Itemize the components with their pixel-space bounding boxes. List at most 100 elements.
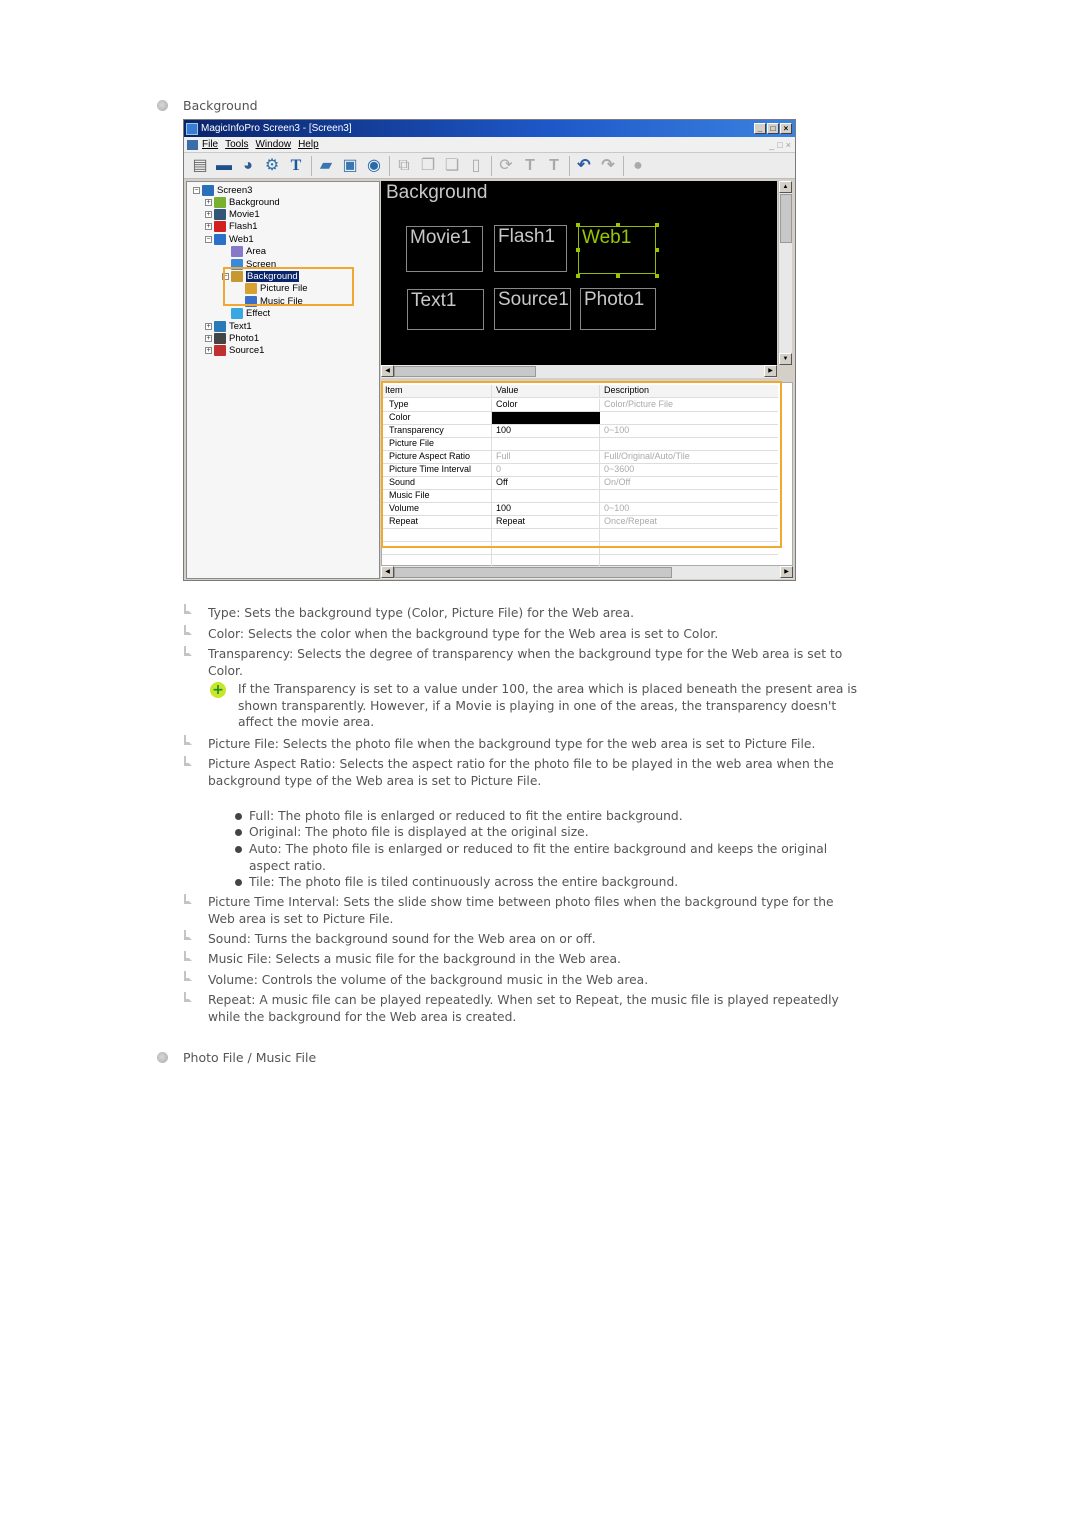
color-swatch[interactable] [492, 412, 600, 424]
property-value[interactable]: Color [492, 399, 600, 411]
resize-handle[interactable] [655, 223, 659, 227]
menu-window[interactable]: Window [255, 139, 291, 150]
property-value[interactable] [492, 412, 600, 424]
property-value[interactable]: Full [492, 451, 600, 463]
menu-tools[interactable]: Tools [225, 139, 248, 150]
maximize-button[interactable]: □ [767, 123, 779, 134]
collapse-icon[interactable]: − [193, 186, 200, 194]
tree-node-root[interactable]: − Screen3 [193, 184, 252, 196]
area-web1[interactable]: Web1 [578, 226, 656, 274]
scroll-left-button[interactable]: ◀ [381, 566, 394, 578]
expand-icon[interactable]: + [205, 322, 212, 330]
scroll-up-button[interactable]: ▲ [779, 181, 792, 193]
property-description [600, 412, 778, 424]
mdi-close-button[interactable]: × [786, 140, 791, 150]
area-flash1[interactable]: Flash1 [494, 225, 567, 272]
screen-tree: − Screen3 + Background + Movie1 + Flash1 − Web1… [186, 181, 380, 579]
scroll-down-button[interactable]: ▼ [779, 353, 792, 365]
resize-handle[interactable] [576, 223, 580, 227]
tree-node[interactable]: Effect [231, 308, 270, 320]
resize-handle[interactable] [616, 223, 620, 227]
scroll-right-button[interactable]: ▶ [764, 365, 777, 377]
canvas-title: Background [386, 182, 488, 203]
tree-node-icon [214, 196, 226, 208]
property-horizontal-scrollbar[interactable]: ◀ ▶ [381, 566, 793, 579]
add-area-icon[interactable]: ⧉ [394, 156, 414, 176]
tree-node[interactable]: + Text1 [205, 320, 252, 332]
redo-icon[interactable]: ↷ [598, 156, 618, 176]
undo-icon[interactable]: ↶ [574, 156, 594, 176]
mdi-restore-button[interactable]: □ [777, 140, 782, 150]
close-button[interactable]: × [780, 123, 792, 134]
resize-handle[interactable] [576, 274, 580, 278]
expand-icon[interactable]: + [205, 198, 212, 206]
header-item: Item [382, 385, 492, 397]
expand-icon[interactable]: + [205, 210, 212, 218]
info-icon[interactable]: ● [628, 156, 648, 176]
resize-handle[interactable] [655, 248, 659, 252]
resize-handle[interactable] [616, 274, 620, 278]
scroll-right-button[interactable]: ▶ [780, 566, 793, 578]
property-value[interactable] [492, 438, 600, 450]
tree-node[interactable]: + Source1 [205, 345, 264, 357]
property-row[interactable]: Color [382, 412, 778, 425]
mdi-minimize-button[interactable]: _ [769, 140, 774, 150]
align-text-icon[interactable]: T [520, 156, 540, 176]
property-row[interactable]: Transparency 100 0~100 [382, 425, 778, 438]
minimize-button[interactable]: _ [754, 123, 766, 134]
note-color: Color: Selects the color when the backgr… [208, 627, 719, 641]
property-row[interactable]: Picture Time Interval 0 0~3600 [382, 464, 778, 477]
delete-icon[interactable]: ▯ [466, 156, 486, 176]
note-type: Type: Sets the background type (Color, P… [208, 606, 635, 620]
area-photo1[interactable]: Photo1 [580, 288, 656, 330]
tree-node[interactable]: + Photo1 [205, 332, 259, 344]
scroll-left-button[interactable]: ◀ [381, 365, 394, 377]
canvas-horizontal-scrollbar[interactable]: ◀ ▶ [381, 365, 777, 378]
property-value[interactable]: 0 [492, 464, 600, 476]
monitor-icon[interactable]: ▬ [214, 156, 234, 176]
canvas-vertical-scrollbar[interactable]: ▲ ▼ [778, 181, 792, 365]
expand-icon[interactable]: + [205, 334, 212, 342]
tree-node[interactable]: Area [231, 246, 266, 258]
save-icon[interactable]: ▣ [340, 156, 360, 176]
refresh-icon[interactable]: ⟳ [496, 156, 516, 176]
text-format-icon[interactable]: T [544, 156, 564, 176]
menu-help[interactable]: Help [298, 139, 319, 150]
copy-area-icon[interactable]: ❐ [418, 156, 438, 176]
tree-node[interactable]: + Movie1 [205, 208, 260, 220]
property-value[interactable]: 100 [492, 425, 600, 437]
property-row[interactable]: Picture Aspect Ratio Full Full/Original/Au… [382, 451, 778, 464]
collapse-icon[interactable]: − [205, 235, 212, 243]
property-row[interactable]: Sound Off On/Off [382, 477, 778, 490]
property-value[interactable]: Repeat [492, 516, 600, 528]
property-row[interactable]: Repeat Repeat Once/Repeat [382, 516, 778, 529]
area-text1[interactable]: Text1 [407, 289, 484, 330]
property-value[interactable]: Off [492, 477, 600, 489]
menu-file[interactable]: File [202, 139, 218, 150]
tree-node[interactable]: + Background [205, 196, 280, 208]
resize-handle[interactable] [655, 274, 659, 278]
settings-icon[interactable]: ⚙ [262, 156, 282, 176]
preview-icon[interactable]: ◉ [364, 156, 384, 176]
property-row[interactable]: Picture File [382, 438, 778, 451]
scroll-thumb[interactable] [394, 567, 672, 578]
expand-icon[interactable]: + [205, 223, 212, 231]
resize-handle[interactable] [576, 248, 580, 252]
property-row[interactable]: Type Color Color/Picture File [382, 399, 778, 412]
text-icon[interactable]: T [286, 156, 306, 176]
property-row[interactable]: Volume 100 0~100 [382, 503, 778, 516]
property-value[interactable]: 100 [492, 503, 600, 515]
scroll-thumb[interactable] [394, 366, 536, 377]
area-movie1[interactable]: Movie1 [406, 226, 483, 272]
tree-node[interactable]: + Flash1 [205, 221, 258, 233]
expand-icon[interactable]: + [205, 347, 212, 355]
area-source1[interactable]: Source1 [494, 288, 571, 330]
new-screen-icon[interactable]: ▤ [190, 156, 210, 176]
scroll-thumb[interactable] [780, 194, 792, 243]
property-row[interactable]: Music File [382, 490, 778, 503]
schedule-icon[interactable]: ◕ [238, 156, 258, 176]
open-folder-icon[interactable]: ▰ [316, 156, 336, 176]
property-value[interactable] [492, 490, 600, 502]
tree-node[interactable]: − Web1 [205, 233, 254, 245]
paste-area-icon[interactable]: ❏ [442, 156, 462, 176]
